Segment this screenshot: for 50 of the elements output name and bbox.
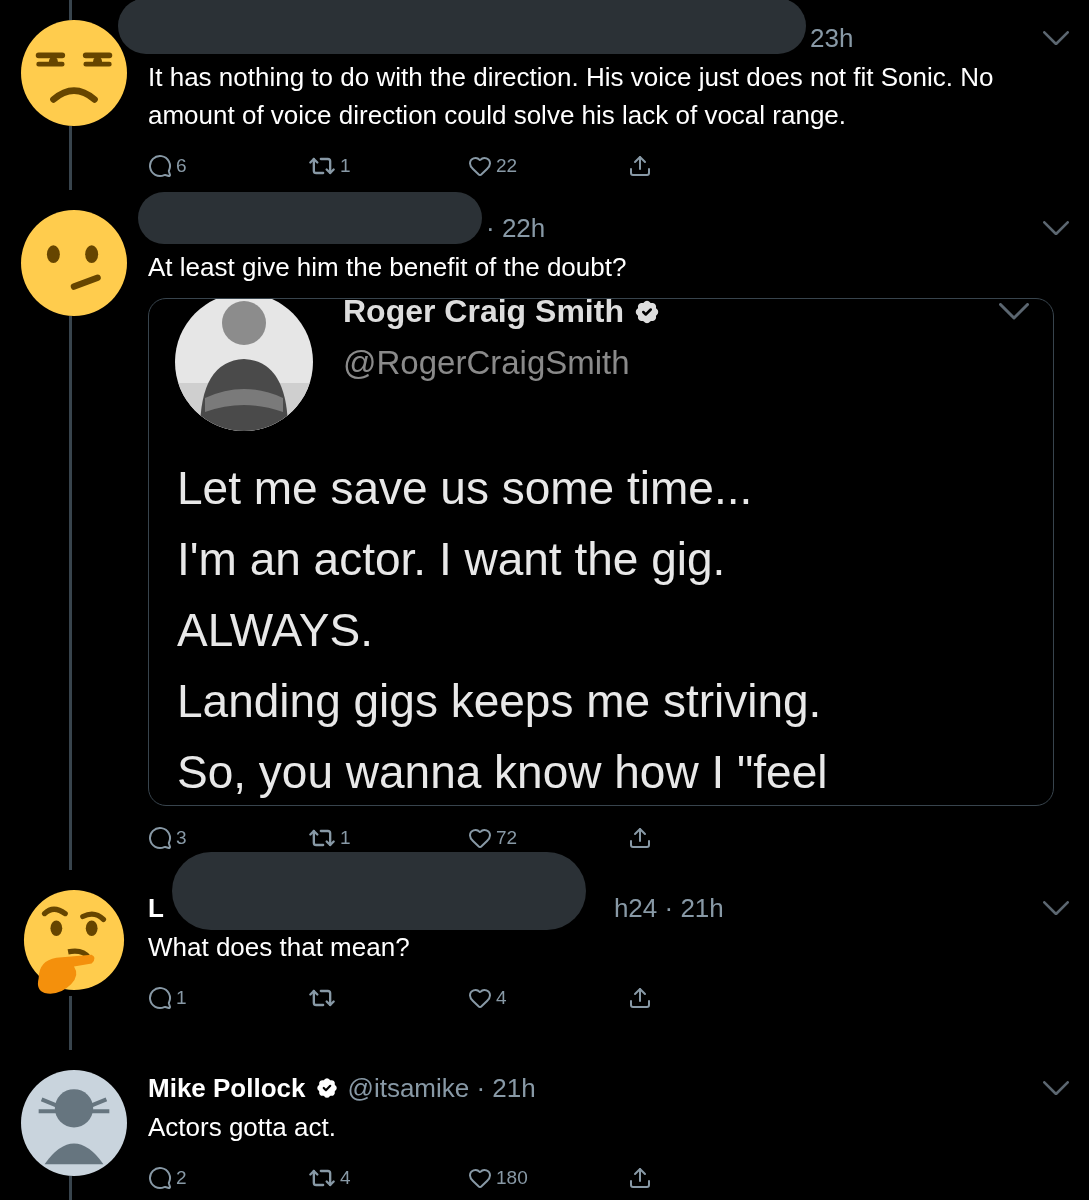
- tweet-text: At least give him the benefit of the doubt?: [148, 251, 628, 284]
- share-icon[interactable]: [628, 1166, 652, 1190]
- reply-count: 2: [176, 1167, 187, 1189]
- retweet-count: 1: [340, 155, 351, 177]
- heart-icon[interactable]: [468, 826, 492, 850]
- like-count: 22: [496, 155, 518, 177]
- confused-emoji-icon: [21, 210, 127, 316]
- tweet-text: Actors gotta act.: [148, 1111, 337, 1144]
- chevron-down-icon[interactable]: [1043, 900, 1069, 916]
- quoted-text-line: So, you wanna know how I "feel: [177, 745, 829, 800]
- tweet-meta: 23h: [810, 22, 854, 54]
- chevron-down-icon: [999, 303, 1029, 320]
- reply-icon[interactable]: [148, 986, 172, 1010]
- quoted-screenshot[interactable]: Roger Craig Smith @RogerCraigSmith Let me save us some time... I'm an actor. I want the gig. ALWAYS. Landing gigs keeps me striving. So, you wanna know how I "feel: [148, 298, 1054, 806]
- reply-count: 6: [176, 155, 187, 177]
- quoted-text-line: I'm an actor. I want the gig.: [177, 532, 727, 587]
- chevron-down-icon[interactable]: [1043, 1080, 1069, 1096]
- thinking-emoji-icon: [21, 890, 127, 996]
- like-count: 4: [496, 987, 507, 1009]
- heart-icon[interactable]: [468, 986, 492, 1010]
- heart-icon[interactable]: [468, 1166, 492, 1190]
- like-count: 72: [496, 827, 518, 849]
- quoted-text-line: Landing gigs keeps me striving.: [177, 674, 823, 729]
- quoted-text-line: Let me save us some time...: [177, 461, 754, 516]
- reply-count: 3: [176, 827, 187, 849]
- chevron-down-icon[interactable]: [1043, 30, 1069, 46]
- reply-icon[interactable]: [148, 826, 172, 850]
- chevron-down-icon[interactable]: [1043, 220, 1069, 236]
- retweet-count: 4: [340, 1167, 351, 1189]
- tweet-meta: @itsamike · 21h: [347, 1072, 536, 1104]
- user-name[interactable]: Mike Pollock: [148, 1072, 306, 1104]
- quoted-text-line: ALWAYS.: [177, 603, 374, 658]
- tweet-meta: h24 · 21h: [613, 892, 724, 924]
- quoted-user-handle: @RogerCraigSmith: [343, 344, 631, 382]
- tweet-text: What does that mean?: [148, 931, 411, 964]
- like-count: 180: [496, 1167, 528, 1189]
- unamused-emoji-icon: [21, 20, 127, 126]
- reply-icon[interactable]: [148, 154, 172, 178]
- heart-icon[interactable]: [468, 154, 492, 178]
- reply-icon[interactable]: [148, 1166, 172, 1190]
- retweet-count: 1: [340, 827, 351, 849]
- share-icon[interactable]: [628, 986, 652, 1010]
- reply-count: 1: [176, 987, 187, 1009]
- default-avatar-icon: [21, 1070, 127, 1176]
- share-icon[interactable]: [628, 826, 652, 850]
- user-name[interactable]: L: [148, 892, 164, 924]
- share-icon[interactable]: [628, 154, 652, 178]
- tweet-meta: · 22h: [486, 212, 546, 244]
- quoted-user-name: Roger Craig Smith: [343, 299, 624, 330]
- tweet-text: It has nothing to do with the direction. His voice just does not fit Sonic. No amount of voice direction could solve his lack of vocal range.: [148, 61, 995, 132]
